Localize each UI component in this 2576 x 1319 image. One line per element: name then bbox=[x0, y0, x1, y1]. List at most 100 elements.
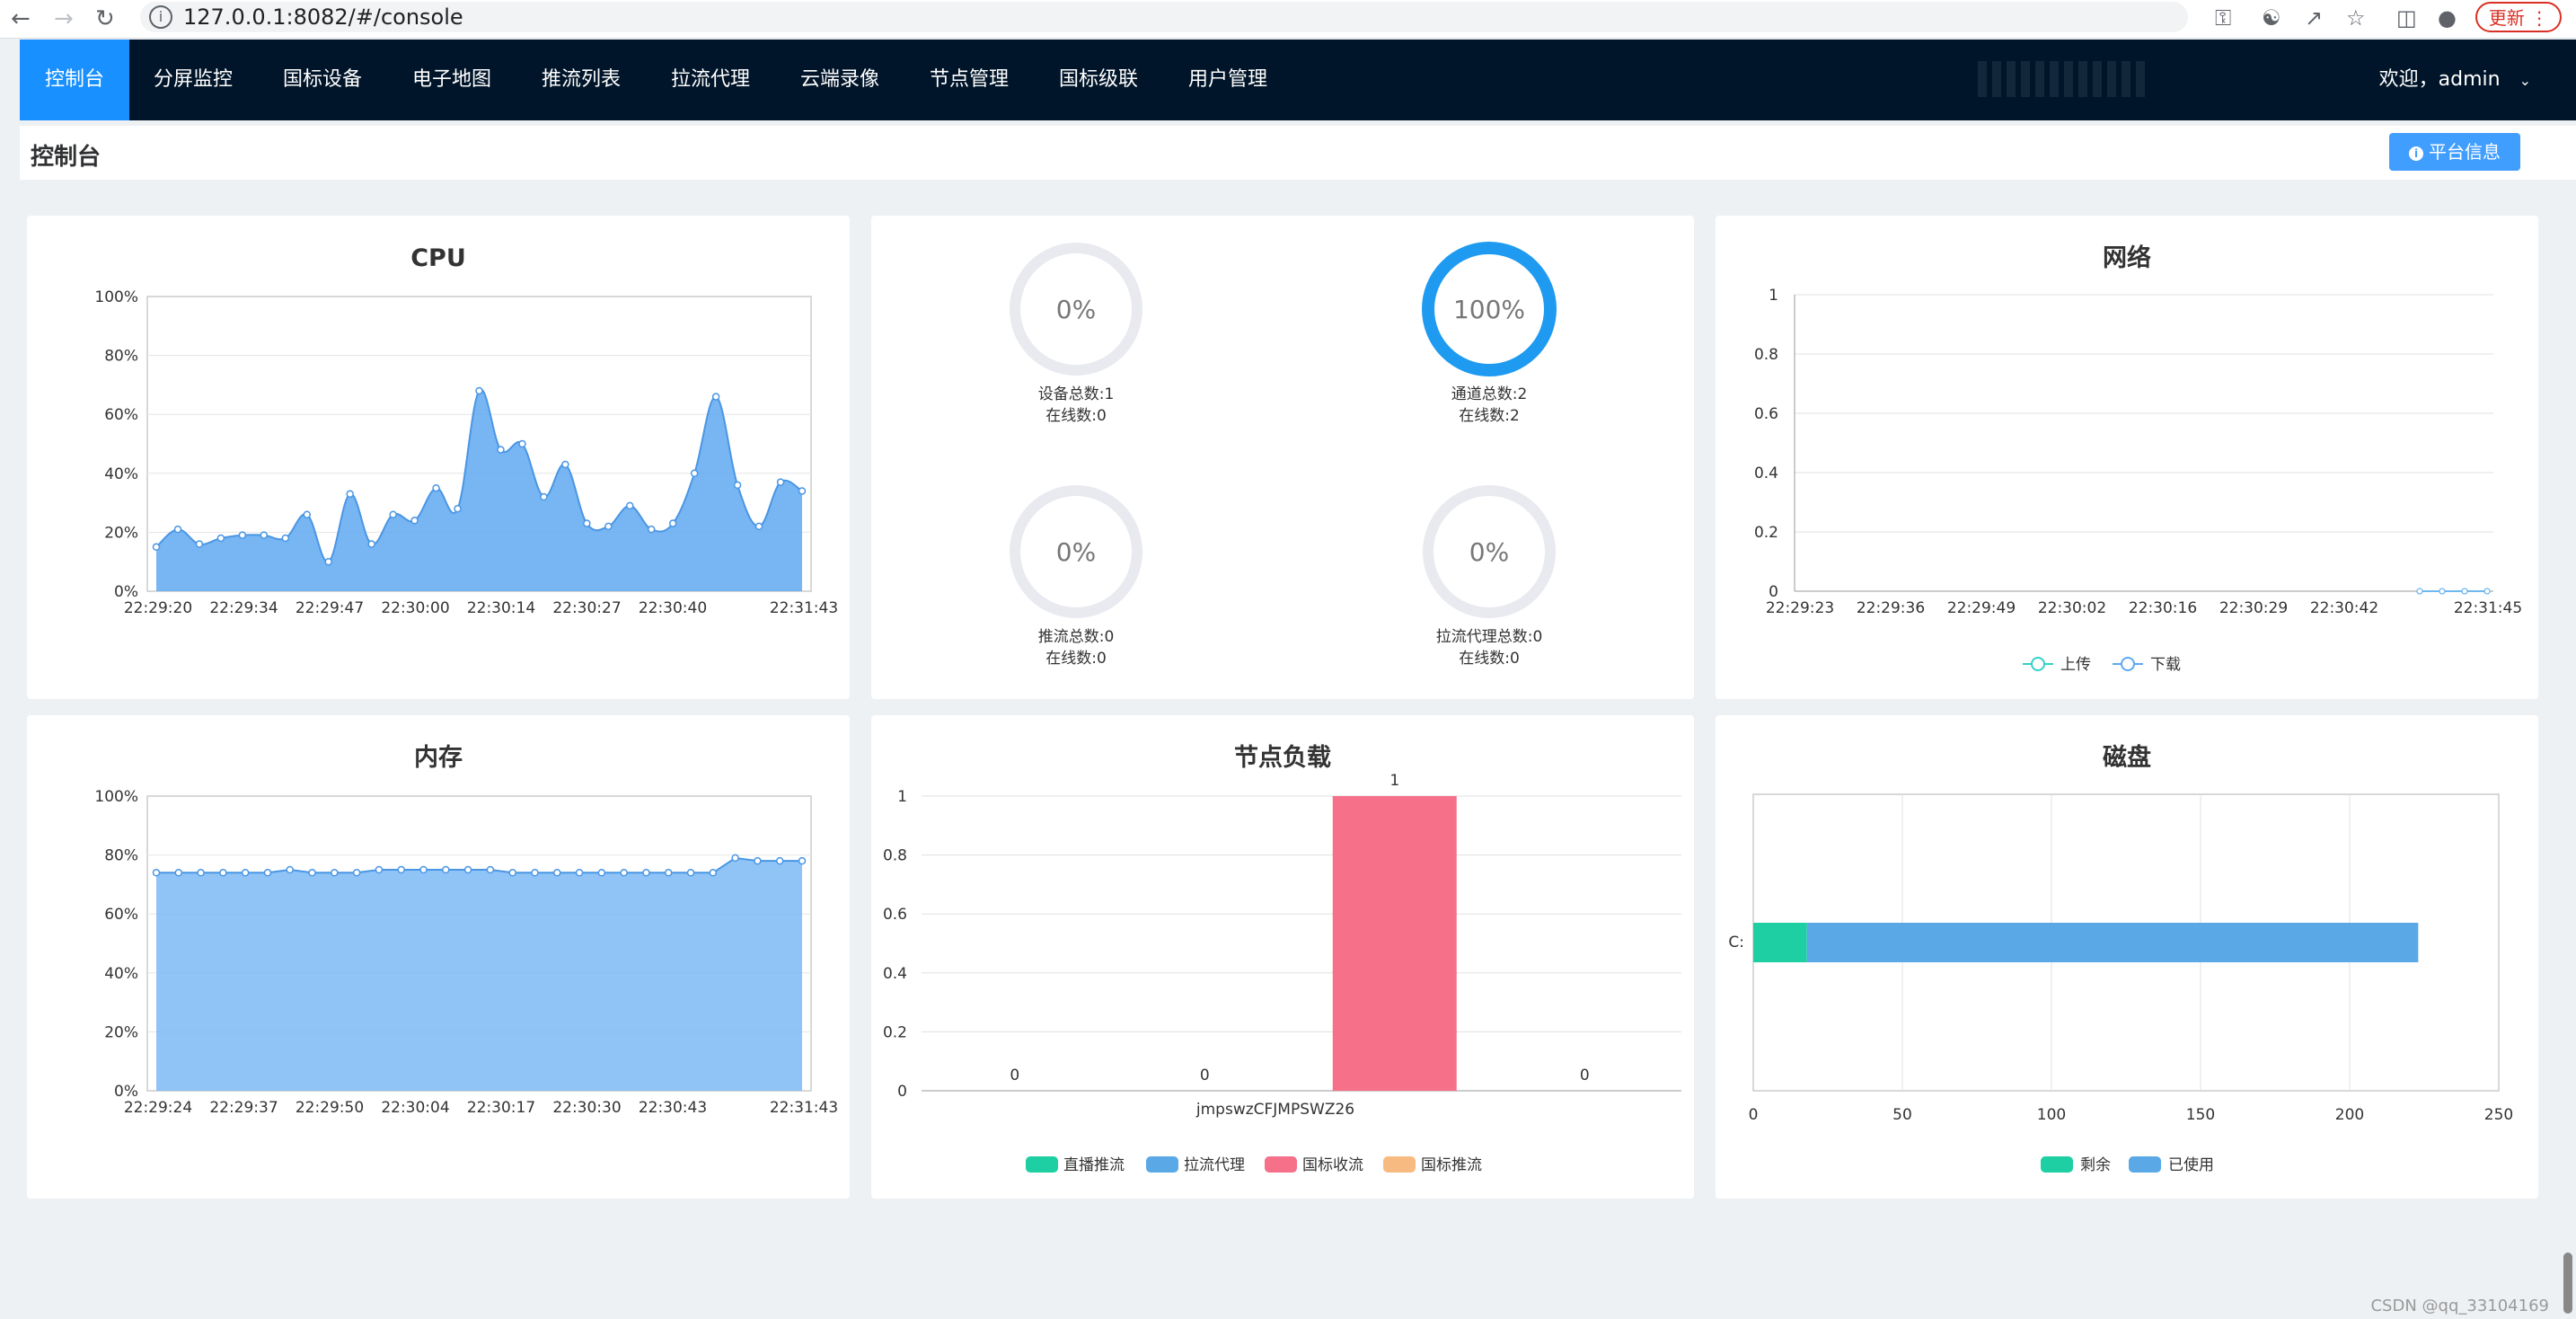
disk-x-tick: 100 bbox=[2037, 1106, 2066, 1124]
node-load-y-tick: 1 bbox=[897, 788, 907, 806]
memory-data-point bbox=[352, 869, 361, 877]
nav-item-user-manage[interactable]: 用户管理 bbox=[1169, 40, 1286, 120]
memory-data-point bbox=[197, 869, 205, 877]
cpu-data-point bbox=[668, 519, 677, 527]
share-icon[interactable]: ↗ bbox=[2305, 5, 2323, 31]
memory-y-tick: 60% bbox=[104, 906, 138, 924]
node-load-chart-title: 节点负载 bbox=[1234, 744, 1331, 772]
nav-item-gb-cascade[interactable]: 国标级联 bbox=[1040, 40, 1157, 120]
header-logo bbox=[1978, 61, 2148, 97]
nav-item-map[interactable]: 电子地图 bbox=[393, 40, 510, 120]
bookmark-star-icon[interactable]: ☆ bbox=[2346, 5, 2366, 31]
nav-item-node-manage[interactable]: 节点管理 bbox=[911, 40, 1028, 120]
network-x-tick: 22:29:36 bbox=[1857, 599, 1925, 617]
memory-x-tick: 22:29:50 bbox=[296, 1099, 364, 1117]
nav-item-push-list[interactable]: 推流列表 bbox=[523, 40, 640, 120]
network-chart: 网络 0 0.2 0.4 0.6 0.8 1 22:29:23 22:29:36 22:29:49… bbox=[1754, 243, 2522, 674]
gauge-online-label: 在线数:0 bbox=[1459, 650, 1520, 668]
update-label: 更新 bbox=[2488, 7, 2525, 29]
memory-data-point bbox=[174, 869, 183, 877]
browser-update-button[interactable]: 更新 ⋮ bbox=[2475, 2, 2562, 32]
disk-x-tick: 250 bbox=[2484, 1106, 2513, 1124]
cpu-data-point bbox=[303, 510, 312, 518]
top-navigation: 控制台 分屏监控 国标设备 电子地图 推流列表 拉流代理 云端录像 节点管理 国… bbox=[20, 40, 2576, 120]
gauge-online-label: 在线数:0 bbox=[1045, 650, 1107, 668]
cpu-data-point bbox=[626, 501, 634, 510]
cpu-data-point bbox=[195, 540, 204, 548]
node-load-y-tick: 0.8 bbox=[883, 847, 907, 865]
csdn-watermark: CSDN @qq_33104169 bbox=[2370, 1297, 2549, 1315]
node-load-panel: 节点负载 0 0.2 0.4 0.6 0.8 1 0 0 1 0 jmpswzCFJMPSWZ26 直播… bbox=[871, 715, 1694, 1199]
nav-item-gb-devices[interactable]: 国标设备 bbox=[264, 40, 381, 120]
memory-data-point bbox=[375, 865, 384, 874]
cpu-x-tick: 22:30:14 bbox=[467, 599, 535, 617]
back-icon[interactable]: ← bbox=[11, 5, 31, 32]
memory-data-point bbox=[419, 865, 428, 874]
memory-y-tick: 0% bbox=[114, 1083, 138, 1101]
memory-data-point bbox=[531, 869, 539, 877]
url-text[interactable]: 127.0.0.1:8082/#/console bbox=[183, 4, 463, 30]
memory-y-tick: 40% bbox=[104, 965, 138, 983]
cpu-data-point bbox=[432, 483, 440, 492]
network-y-tick: 0.6 bbox=[1754, 405, 1778, 423]
nav-item-console[interactable]: 控制台 bbox=[20, 40, 129, 120]
memory-y-tick: 100% bbox=[94, 788, 138, 806]
network-legend-label: 上传 bbox=[2060, 656, 2091, 674]
memory-data-point bbox=[263, 869, 272, 877]
disk-bar-segment bbox=[1806, 923, 2419, 962]
network-y-tick: 0 bbox=[1769, 583, 1778, 601]
translate-icon[interactable]: ☯ bbox=[2262, 5, 2281, 31]
forward-icon[interactable]: → bbox=[54, 5, 74, 32]
network-y-tick: 0.2 bbox=[1754, 524, 1778, 542]
side-panel-icon[interactable]: ◫ bbox=[2396, 5, 2417, 31]
memory-data-point bbox=[709, 869, 718, 877]
memory-data-point bbox=[152, 869, 161, 877]
user-menu[interactable]: 欢迎，admin ⌄ bbox=[2379, 40, 2531, 120]
nav-item-cloud-record[interactable]: 云端录像 bbox=[781, 40, 898, 120]
scrollbar-thumb[interactable] bbox=[2563, 1253, 2572, 1314]
gauge-value: 100% bbox=[1453, 295, 1525, 324]
cpu-y-tick: 20% bbox=[104, 524, 138, 542]
cpu-data-point bbox=[798, 487, 807, 495]
key-icon[interactable]: ⚿ bbox=[2215, 5, 2231, 31]
network-x-tick: 22:29:49 bbox=[1947, 599, 2016, 617]
cpu-y-tick: 0% bbox=[114, 583, 138, 601]
network-legend-label: 下载 bbox=[2150, 656, 2181, 674]
cpu-data-point bbox=[238, 531, 247, 539]
memory-data-point bbox=[553, 869, 561, 877]
network-data-point bbox=[2483, 588, 2491, 595]
node-load-data-label: 0 bbox=[1010, 1067, 1019, 1084]
site-info-icon[interactable]: i bbox=[149, 5, 172, 29]
memory-data-point bbox=[486, 865, 495, 874]
memory-data-point bbox=[686, 869, 695, 877]
gauge-total-label: 设备总数:1 bbox=[1038, 385, 1115, 403]
cpu-data-point bbox=[561, 460, 569, 469]
platform-info-button[interactable]: i 平台信息 bbox=[2389, 133, 2520, 171]
nav-item-pull-proxy[interactable]: 拉流代理 bbox=[652, 40, 769, 120]
profile-avatar-icon[interactable]: ● bbox=[2438, 5, 2457, 31]
nav-item-split-monitor[interactable]: 分屏监控 bbox=[135, 40, 251, 120]
disk-legend-swatch bbox=[2041, 1156, 2073, 1173]
network-chart-title: 网络 bbox=[2103, 243, 2151, 272]
reload-icon[interactable]: ↻ bbox=[95, 5, 115, 32]
network-legend-marker bbox=[2121, 657, 2135, 671]
memory-data-point bbox=[331, 869, 339, 877]
disk-legend-swatch bbox=[2129, 1156, 2161, 1173]
node-load-data-label: 0 bbox=[1580, 1067, 1590, 1084]
disk-x-tick: 150 bbox=[2186, 1106, 2215, 1124]
cpu-chart-title: CPU bbox=[410, 244, 466, 272]
disk-bar-segment bbox=[1753, 923, 1807, 962]
chevron-down-icon: ⌄ bbox=[2519, 72, 2531, 89]
node-load-data-label: 1 bbox=[1389, 772, 1399, 790]
network-data-point bbox=[2461, 588, 2468, 595]
cpu-x-tick: 22:29:20 bbox=[124, 599, 192, 617]
page-title: 控制台 bbox=[31, 144, 101, 171]
network-data-point bbox=[2416, 588, 2423, 595]
memory-data-point bbox=[754, 856, 762, 865]
address-bar[interactable]: i 127.0.0.1:8082/#/console bbox=[140, 2, 2188, 32]
node-load-data-label: 0 bbox=[1200, 1067, 1210, 1084]
cpu-x-tick: 22:31:43 bbox=[770, 599, 838, 617]
cpu-data-point bbox=[711, 393, 720, 401]
cpu-data-point bbox=[216, 534, 225, 543]
cpu-data-point bbox=[410, 517, 419, 525]
